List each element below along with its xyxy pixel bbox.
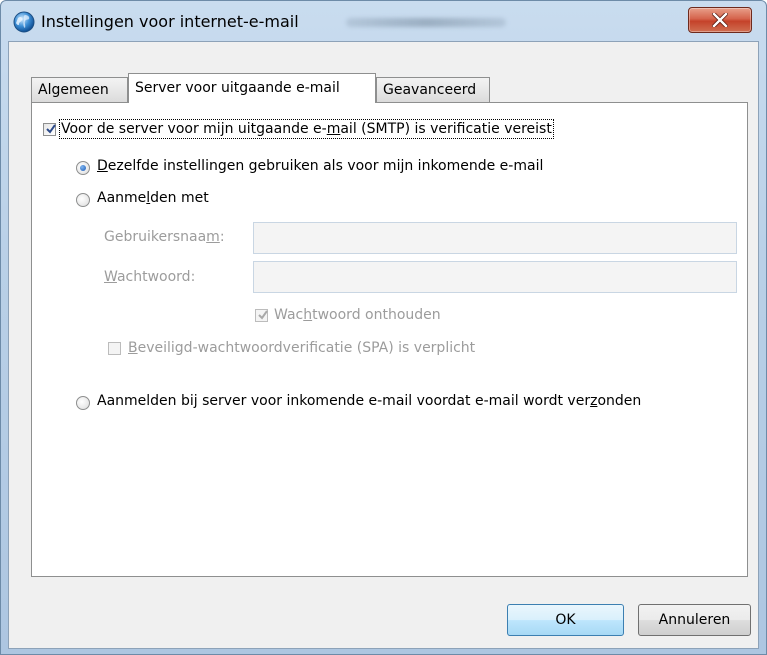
login-incoming-text2: onden xyxy=(597,393,642,409)
radio-login-incoming-label[interactable]: Aanmelden bij server voor inkomende e-ma… xyxy=(97,393,641,409)
tab-advanced[interactable]: Geavanceerd xyxy=(376,77,490,103)
username-label-mnemonic: m xyxy=(206,229,220,245)
login-with-text2: den met xyxy=(150,190,209,206)
cancel-button[interactable]: Annuleren xyxy=(638,604,751,636)
spa-text: eveiligd-wachtwoordverificatie (SPA) is … xyxy=(137,340,476,356)
password-input[interactable] xyxy=(253,261,737,293)
login-with-text1: Aanme xyxy=(97,190,147,206)
radio-login-incoming[interactable] xyxy=(76,396,90,410)
same-settings-text: ezelfde instellingen gebruiken als voor … xyxy=(107,158,544,174)
window-title: Instellingen voor internet-e-mail xyxy=(41,12,299,31)
radio-same-settings[interactable] xyxy=(76,161,90,175)
smtp-auth-label[interactable]: Voor de server voor mijn uitgaande e-mai… xyxy=(59,119,554,139)
login-incoming-text1: Aanmelden bij server voor inkomende e-ma… xyxy=(97,393,591,409)
smtp-auth-label-part1: Voor de server voor mijn uitgaande e- xyxy=(61,121,327,137)
radio-dot-icon xyxy=(80,165,86,171)
title-redacted-text xyxy=(346,18,506,27)
password-label-text: achtwoord: xyxy=(116,269,196,285)
remember-password-text1: Wac xyxy=(274,307,304,323)
close-icon xyxy=(689,8,751,32)
username-label-text2: : xyxy=(219,229,225,245)
username-input[interactable] xyxy=(253,222,737,254)
remember-password-checkbox[interactable] xyxy=(255,309,268,322)
checkmark-icon xyxy=(257,309,269,325)
same-settings-mnemonic: D xyxy=(97,158,108,174)
close-button[interactable] xyxy=(688,7,752,33)
remember-password-label[interactable]: Wachtwoord onthouden xyxy=(274,307,441,323)
spa-label[interactable]: Beveiligd-wachtwoordverificatie (SPA) is… xyxy=(128,340,475,356)
spa-mnemonic: B xyxy=(128,340,138,356)
password-label: Wachtwoord: xyxy=(104,269,195,285)
password-label-mnemonic: W xyxy=(104,269,117,285)
spa-checkbox[interactable] xyxy=(108,342,121,355)
smtp-auth-label-part2: ail (SMTP) is verificatie vereist xyxy=(340,121,552,137)
smtp-auth-label-mnemonic: m xyxy=(326,121,341,137)
remember-password-text2: twoord onthouden xyxy=(312,307,441,323)
outlook-globe-icon xyxy=(13,11,35,33)
radio-login-with-label[interactable]: Aanmelden met xyxy=(97,190,209,206)
username-label-text1: Gebruikersnaa xyxy=(104,229,207,245)
radio-same-settings-label[interactable]: Dezelfde instellingen gebruiken als voor… xyxy=(97,158,543,174)
username-label: Gebruikersnaam: xyxy=(104,229,225,245)
title-bar[interactable]: Instellingen voor internet-e-mail xyxy=(1,1,766,41)
radio-login-with[interactable] xyxy=(76,193,90,207)
tab-outgoing-server[interactable]: Server voor uitgaande e-mail xyxy=(128,73,376,103)
remember-password-mnemonic: h xyxy=(303,307,313,323)
smtp-auth-checkbox[interactable] xyxy=(43,123,56,136)
checkmark-icon xyxy=(45,123,57,139)
tab-general[interactable]: Algemeen xyxy=(31,77,128,103)
ok-button[interactable]: OK xyxy=(507,604,624,636)
